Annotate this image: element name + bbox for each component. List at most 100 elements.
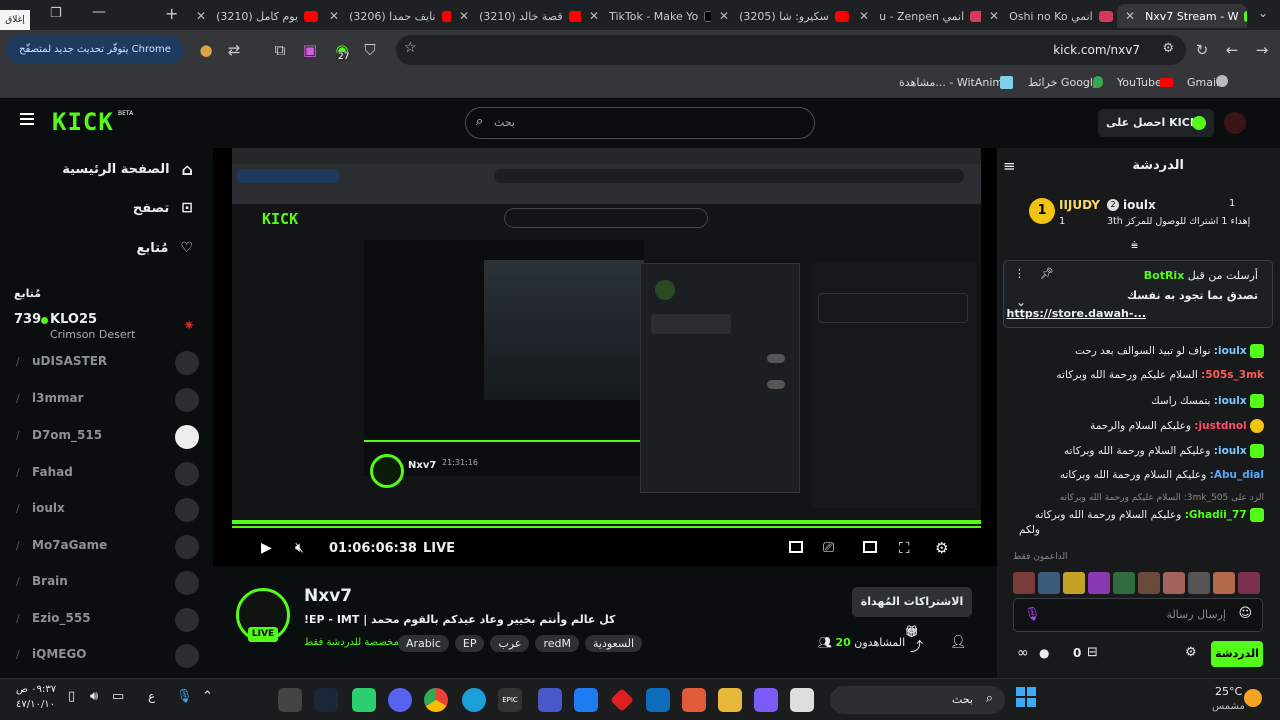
clock-time[interactable]: ٠٩:٣٧ ص xyxy=(16,684,56,695)
expand-icon[interactable]: ⌄ xyxy=(1016,295,1026,309)
tag[interactable]: عرب xyxy=(490,635,530,652)
app-icon[interactable] xyxy=(278,688,302,712)
channel-item[interactable]: ∕ iQMEGO xyxy=(0,639,213,673)
network-icon[interactable]: ▭ xyxy=(112,689,124,704)
office-icon[interactable] xyxy=(682,688,706,712)
tab-anime-2[interactable]: ✕ Oshi no Ko انمي xyxy=(981,4,1117,28)
miniplayer-icon[interactable] xyxy=(789,541,803,553)
more-options-icon[interactable]: ⋮ xyxy=(1014,267,1025,280)
reply-reference[interactable]: الرد على 505_3mk: السلام عليكم ورحمة الل… xyxy=(1060,493,1264,503)
fullscreen-icon[interactable]: ⛶ xyxy=(899,539,910,557)
channel-item[interactable]: ∕ Mo7aGame xyxy=(0,530,213,564)
video-player[interactable]: KICK Nxv7 21:31:16 ▶ 🔇︎ 01:06:06:38 LIVE… xyxy=(213,148,997,566)
chat-user[interactable]: justdnol: xyxy=(1194,420,1246,432)
play-icon[interactable]: ▶ xyxy=(261,540,272,556)
extension-icon-1[interactable]: ● xyxy=(196,40,216,60)
extension-icon-2[interactable]: ⇄ xyxy=(224,40,244,60)
site-settings-icon[interactable]: ⚙ xyxy=(1162,41,1174,56)
app-icon[interactable] xyxy=(538,688,562,712)
weather-icon[interactable] xyxy=(1244,689,1262,707)
tab-search-icon[interactable]: ⌄ xyxy=(1258,6,1268,20)
restore-window-icon[interactable]: ❐ xyxy=(50,6,62,21)
gift-subs-button[interactable]: الاشتراكات المُهداة 🎁︎ xyxy=(852,587,972,638)
chat-user[interactable]: ioulx: xyxy=(1214,395,1247,407)
chat-settings-icon[interactable]: ⚙ xyxy=(1185,645,1197,660)
chat-user[interactable]: Ghadii_77: xyxy=(1185,509,1247,521)
supporter-avatar[interactable] xyxy=(1038,572,1060,594)
nav-browse[interactable]: تصفح ⊡ xyxy=(133,200,193,216)
epic-games-icon[interactable]: EPIC xyxy=(498,688,522,712)
bookmark-witanime[interactable]: مشاهدة... - WitAnime xyxy=(899,76,1010,89)
supporter-avatar[interactable] xyxy=(1213,572,1235,594)
edge-icon[interactable] xyxy=(462,688,486,712)
minimize-icon[interactable]: — xyxy=(92,4,106,20)
taskbar-search[interactable]: ⌕ بحث xyxy=(830,686,1005,714)
app-icon[interactable] xyxy=(352,688,376,712)
new-tab-icon[interactable]: + xyxy=(165,4,178,23)
tag[interactable]: redM xyxy=(535,635,579,652)
file-explorer-icon[interactable] xyxy=(718,688,742,712)
battery-icon[interactable]: ▯ xyxy=(68,689,75,704)
microphone-tray-icon[interactable]: 🎙︎ xyxy=(176,689,193,704)
supporter-avatar[interactable] xyxy=(1088,572,1110,594)
channel-item[interactable]: ∕ l3mmar xyxy=(0,383,213,417)
send-chat-button[interactable]: الدردشة xyxy=(1211,641,1263,667)
back-icon[interactable]: ← xyxy=(1222,40,1242,60)
mic-icon[interactable]: 🎙︎ xyxy=(1024,607,1041,622)
chrome-icon[interactable] xyxy=(424,688,448,712)
collapse-chat-icon[interactable]: ≡ xyxy=(1003,157,1016,175)
show-hidden-icons[interactable]: ⌃ xyxy=(202,689,213,704)
outlook-icon[interactable] xyxy=(646,688,670,712)
forward-icon[interactable]: → xyxy=(1252,40,1272,60)
bookmark-star-icon[interactable]: ☆ xyxy=(404,40,417,56)
nav-following[interactable]: مُتابع ♡ xyxy=(136,240,193,256)
tag[interactable]: Arabic xyxy=(398,635,449,652)
live-channel-klo25[interactable]: 739 KLO25 Crimson Desert ✷ xyxy=(0,308,213,344)
taskview-icon[interactable] xyxy=(790,688,814,712)
tab-youtube-2[interactable]: ✕ (3206) نايف حمدا xyxy=(321,4,451,28)
theater-mode-icon[interactable] xyxy=(863,541,877,553)
chrome-update-button[interactable]: يتوفّر تحديث جديد لمتصفّح Chrome xyxy=(6,36,184,64)
address-bar[interactable]: ☆ kick.com/nxv7 ⚙ xyxy=(396,35,1186,65)
tab-anime-1[interactable]: ✕ u - Zenpen انمي xyxy=(851,4,981,28)
channel-name[interactable]: Nxv7 xyxy=(304,586,352,606)
tab-kick-active[interactable]: ✕ Nxv7 Stream - W xyxy=(1117,4,1247,28)
nav-home[interactable]: الصفحة الرئيسية ⌂ xyxy=(62,160,193,179)
supporter-avatar[interactable] xyxy=(1013,572,1035,594)
extension-icon-3[interactable]: ▣ xyxy=(300,40,320,60)
supporter-avatar[interactable] xyxy=(1063,572,1085,594)
tab-youtube-1[interactable]: ✕ (3210) يوم كامل xyxy=(188,4,321,28)
chat-user[interactable]: Abu_dial: xyxy=(1210,469,1264,481)
supporter-avatar[interactable] xyxy=(1163,572,1185,594)
volume-icon[interactable]: 🔊︎ xyxy=(90,689,98,704)
steam-icon[interactable] xyxy=(314,688,338,712)
pin-icon[interactable]: 📌︎ xyxy=(1040,267,1054,280)
supporter-avatar[interactable] xyxy=(1238,572,1260,594)
channel-item[interactable]: ∕ uDISASTER xyxy=(0,346,213,380)
mute-icon[interactable]: 🔇︎ xyxy=(295,540,304,556)
user-avatar[interactable] xyxy=(1224,112,1246,134)
tab-tiktok[interactable]: ✕ TikTok - Make Yo xyxy=(581,4,711,28)
menu-icon[interactable] xyxy=(20,113,34,125)
pinned-message[interactable]: أرسلت من قبل BotRix ⋮ 📌︎ تصدق بما تجود ب… xyxy=(1003,260,1273,328)
chat-input[interactable]: 🎙︎ إرسال رسالة ☺ xyxy=(1013,598,1263,632)
clip-icon[interactable]: ⎚ xyxy=(823,540,834,556)
settings-gear-icon[interactable]: ⚙ xyxy=(935,539,948,557)
tag[interactable]: السعودية xyxy=(585,635,643,652)
leaderboard-toggle-icon[interactable]: ⩧ xyxy=(1131,238,1138,253)
chat-user[interactable]: 505s_3mk: xyxy=(1201,369,1264,381)
dropbox-icon[interactable] xyxy=(574,688,598,712)
shield-icon[interactable]: ⛉ xyxy=(360,40,380,60)
chat-user[interactable]: ioulx: xyxy=(1214,445,1247,457)
live-indicator[interactable]: LIVE xyxy=(423,541,455,556)
progress-bar[interactable] xyxy=(232,526,981,528)
bookmark-gmail[interactable]: Gmail xyxy=(1187,76,1219,89)
channel-item[interactable]: ∕ ioulx xyxy=(0,493,213,527)
tab-youtube-4[interactable]: ✕ (3205) سكيرو: شا xyxy=(711,4,851,28)
reload-icon[interactable]: ↻ xyxy=(1192,40,1212,60)
supporter-avatar[interactable] xyxy=(1188,572,1210,594)
search-input[interactable]: ⌕ بحث xyxy=(465,107,815,139)
chat-user[interactable]: ioulx: xyxy=(1214,345,1247,357)
share-icon[interactable]: ⤴ xyxy=(910,636,923,655)
tab-youtube-3[interactable]: ✕ (3210) قصة خالد xyxy=(451,4,581,28)
